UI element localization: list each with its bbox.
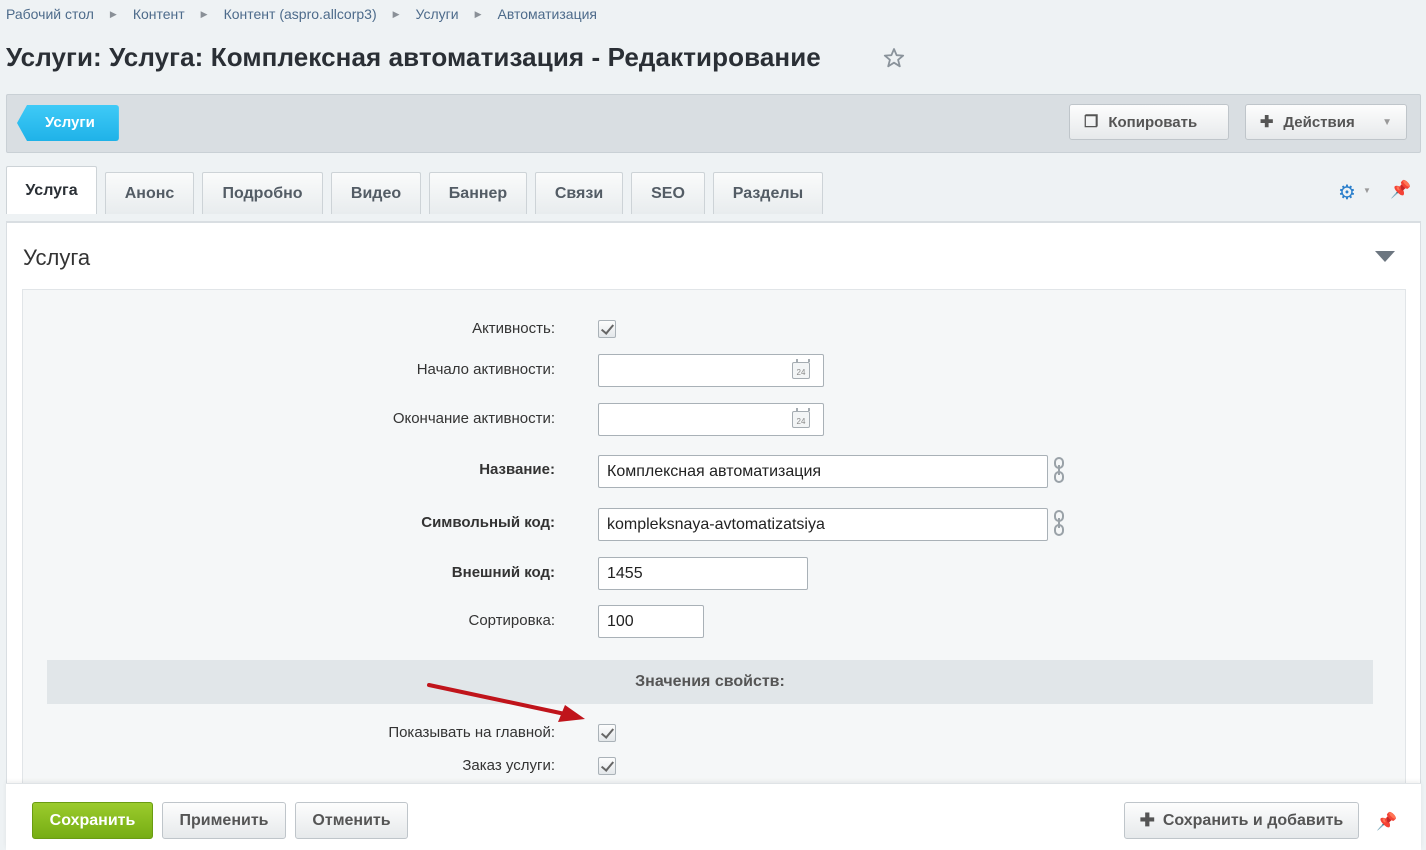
external-code-input[interactable]: 1455 (598, 557, 808, 590)
tab-announce[interactable]: Анонс (105, 172, 194, 214)
code-input[interactable]: kompleksnaya-avtomatizatsiya (598, 508, 1048, 541)
breadcrumb-item-services[interactable]: Услуги (416, 6, 459, 22)
annotation-arrow (427, 683, 585, 722)
chevron-down-icon[interactable]: ▼ (1363, 186, 1371, 195)
tab-links[interactable]: Связи (535, 172, 623, 214)
name-input[interactable]: Комплексная автоматизация (598, 455, 1048, 488)
transliterate-link-icon[interactable] (1052, 510, 1066, 536)
favorite-star-icon[interactable] (882, 46, 906, 70)
copy-button[interactable]: ❐ Копировать (1069, 104, 1229, 140)
collapse-toggle-icon[interactable] (1375, 251, 1395, 262)
pin-icon[interactable]: 📌 (1376, 812, 1397, 832)
save-and-add-label: Сохранить и добавить (1162, 811, 1344, 829)
sort-label: Сортировка: (468, 612, 556, 629)
breadcrumb-separator-icon: ▶ (200, 8, 208, 19)
page-title: Услуги: Услуга: Комплексная автоматизаци… (6, 42, 821, 72)
show-on-main-checkbox[interactable] (598, 724, 616, 742)
toolbar: Услуги ❐ Копировать ✚ Действия ▼ (6, 94, 1421, 153)
breadcrumb-item-content[interactable]: Контент (133, 6, 185, 22)
breadcrumb-item-desktop[interactable]: Рабочий стол (6, 6, 94, 22)
tab-panel: Услуга Активность: Начало активности: 24… (6, 221, 1421, 850)
plus-icon: ✚ (1260, 114, 1274, 131)
tab-sections[interactable]: Разделы (713, 172, 823, 214)
section-title: Услуга (23, 245, 91, 270)
sort-input[interactable]: 100 (598, 605, 704, 638)
active-checkbox[interactable] (598, 320, 616, 338)
tab-details[interactable]: Подробно (202, 172, 323, 214)
plus-icon: ✚ (1139, 810, 1155, 830)
tab-service[interactable]: Услуга (6, 166, 97, 214)
order-service-label: Заказ услуги: (462, 757, 555, 774)
form-body: Активность: Начало активности: 24 Оконча… (22, 289, 1406, 850)
actions-button[interactable]: ✚ Действия ▼ (1245, 104, 1407, 140)
tab-video[interactable]: Видео (331, 172, 421, 214)
save-button[interactable]: Сохранить (32, 802, 153, 839)
tab-bar: Услуга Анонс Подробно Видео Баннер Связи… (6, 166, 831, 214)
apply-button[interactable]: Применить (162, 802, 286, 839)
cancel-button[interactable]: Отменить (295, 802, 408, 839)
active-start-label: Начало активности: (416, 361, 555, 378)
transliterate-link-icon[interactable] (1052, 457, 1066, 483)
breadcrumb-separator-icon: ▶ (474, 8, 482, 19)
active-start-input[interactable] (598, 354, 824, 387)
calendar-icon[interactable]: 24 (792, 408, 810, 428)
breadcrumb-separator-icon: ▶ (392, 8, 400, 19)
calendar-icon[interactable]: 24 (792, 359, 810, 379)
pin-icon[interactable]: 📌 (1390, 180, 1411, 200)
back-to-services-button[interactable]: Услуги (17, 105, 119, 141)
code-label: Символьный код: (421, 514, 555, 531)
breadcrumb: Рабочий стол ▶ Контент ▶ Контент (aspro.… (6, 6, 597, 22)
chevron-down-icon: ▼ (1382, 116, 1392, 128)
breadcrumb-item-content-module[interactable]: Контент (aspro.allcorp3) (224, 6, 377, 22)
name-label: Название: (479, 461, 555, 478)
copy-icon: ❐ (1084, 114, 1099, 131)
order-service-checkbox[interactable] (598, 757, 616, 775)
active-label: Активность: (472, 320, 555, 337)
gear-icon[interactable]: ⚙ (1338, 180, 1356, 205)
external-code-label: Внешний код: (451, 564, 555, 581)
properties-header: Значения свойств: (47, 660, 1373, 704)
tab-banner[interactable]: Баннер (429, 172, 527, 214)
footer-bar: Сохранить Применить Отменить ✚ Сохранить… (6, 783, 1421, 850)
breadcrumb-item-automation[interactable]: Автоматизация (498, 6, 597, 22)
breadcrumb-separator-icon: ▶ (109, 8, 117, 19)
actions-button-label: Действия (1283, 113, 1355, 131)
active-end-label: Окончание активности: (392, 410, 555, 427)
save-and-add-button[interactable]: ✚ Сохранить и добавить (1124, 802, 1359, 839)
tab-seo[interactable]: SEO (631, 172, 705, 214)
active-end-input[interactable] (598, 403, 824, 436)
copy-button-label: Копировать (1108, 113, 1198, 131)
